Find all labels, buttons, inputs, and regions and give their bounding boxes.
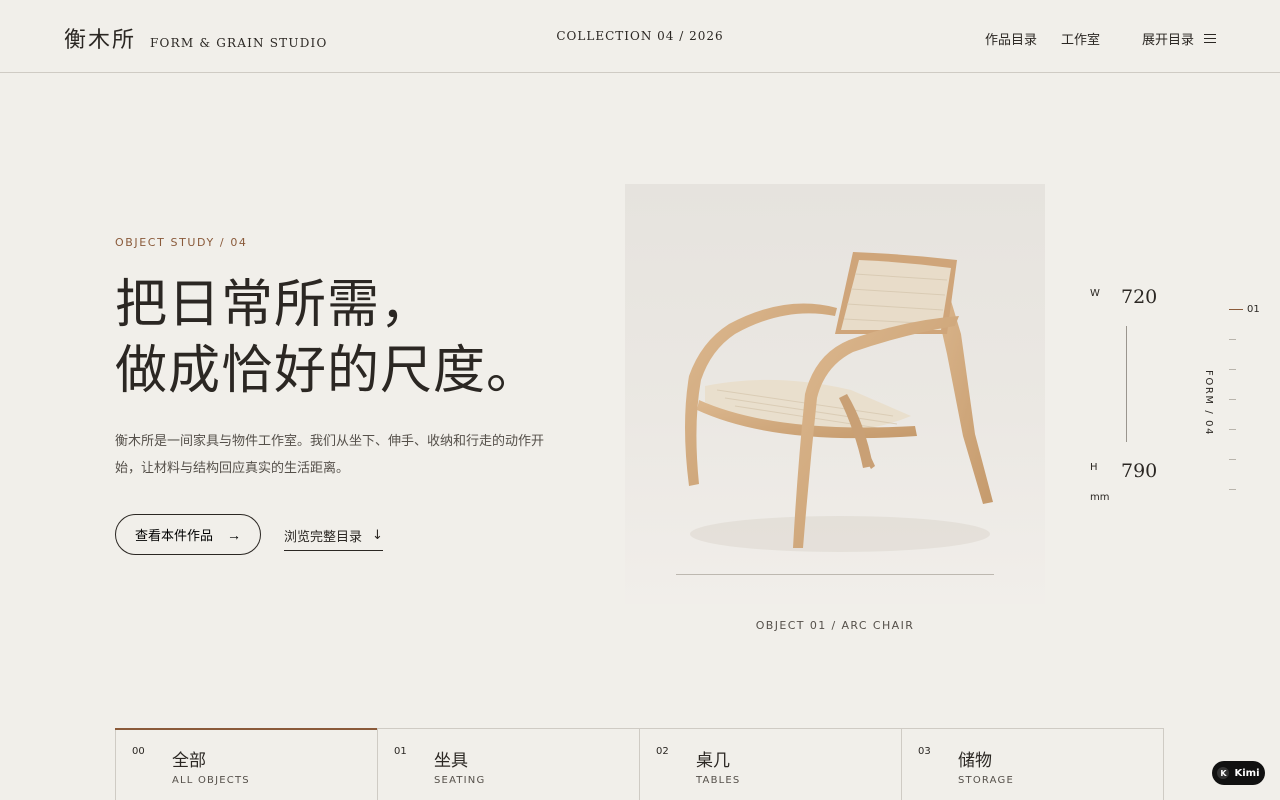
photo-caption: OBJECT 01 / ARC CHAIR [755, 619, 915, 632]
tab-label-en: TABLES [696, 775, 741, 786]
height-label: H [1090, 462, 1098, 473]
unit-label: mm [1090, 492, 1110, 503]
main-nav: 作品目录 工作室 展开目录 [985, 29, 1216, 48]
kimi-badge[interactable]: K Kimi [1212, 761, 1265, 785]
nav-link-catalog[interactable]: 作品目录 [985, 29, 1037, 48]
view-object-label: 查看本件作品 [134, 528, 213, 543]
tab-number: 02 [656, 746, 669, 757]
kimi-logo-icon: K [1217, 767, 1230, 779]
expand-menu-label: 展开目录 [1141, 33, 1194, 48]
tab-tables[interactable]: 02 桌几 TABLES [639, 729, 901, 800]
tab-number: 03 [918, 746, 931, 757]
tab-number: 01 [394, 746, 407, 757]
expand-menu-button[interactable]: 展开目录 [1142, 29, 1216, 48]
chair-photo [625, 184, 1045, 604]
tab-label-en: STORAGE [958, 775, 1015, 786]
hero-headline-line1: 把日常所需， [115, 275, 434, 335]
photo-baseline [676, 574, 994, 575]
rail-tick[interactable] [1229, 339, 1236, 340]
hero-headline-line2: 做成恰好的尺度。 [115, 341, 540, 401]
tab-all-objects[interactable]: 00 全部 ALL OBJECTS [115, 728, 377, 800]
hamburger-icon [1204, 33, 1216, 44]
hero-description: 衡木所是一间家具与物件工作室。我们从坐下、伸手、收纳和行走的动作开始，让材料与结… [115, 434, 545, 476]
kimi-badge-label: Kimi [1234, 767, 1260, 779]
tab-label-en: SEATING [434, 775, 486, 786]
rail-tick[interactable] [1229, 369, 1236, 370]
rail-tick[interactable] [1229, 489, 1236, 490]
height-value: 790 [1121, 460, 1158, 482]
tab-storage[interactable]: 03 储物 STORAGE [901, 729, 1164, 800]
tab-label-cn: 全部 [172, 751, 206, 771]
rail-tick[interactable] [1229, 429, 1236, 430]
rail-tick[interactable] [1229, 459, 1236, 460]
rail-current-index: 01 [1247, 304, 1260, 315]
arc-chair-illustration [685, 252, 993, 552]
width-label: W [1090, 288, 1100, 299]
browse-catalog-link[interactable]: 浏览完整目录 ↓ [284, 526, 383, 551]
view-object-button[interactable]: 查看本件作品 → [115, 514, 261, 555]
rail-tick[interactable] [1229, 399, 1236, 400]
rail-vertical-label: FORM / 04 [1203, 370, 1214, 437]
arrow-right-icon: → [227, 526, 241, 543]
nav-link-studio[interactable]: 工作室 [1061, 29, 1100, 48]
category-tabs: 00 全部 ALL OBJECTS 01 坐具 SEATING 02 桌几 TA… [115, 728, 1164, 800]
dimension-line [1126, 326, 1127, 442]
tab-label-cn: 坐具 [434, 751, 468, 771]
tab-number: 00 [132, 746, 145, 757]
arrow-down-icon: ↓ [372, 528, 383, 543]
tab-label-cn: 桌几 [696, 751, 730, 771]
browse-catalog-label: 浏览完整目录 [284, 530, 363, 545]
site-header: 衡木所 FORM & GRAIN STUDIO COLLECTION 04 / … [0, 0, 1280, 73]
hero-eyebrow: OBJECT STUDY / 04 [115, 236, 248, 249]
tab-seating[interactable]: 01 坐具 SEATING [377, 729, 639, 800]
tab-label-cn: 储物 [958, 751, 992, 771]
tab-label-en: ALL OBJECTS [172, 775, 250, 786]
width-value: 720 [1121, 286, 1158, 308]
rail-tick-active[interactable] [1229, 309, 1243, 310]
hero-headline: 把日常所需， 做成恰好的尺度。 [115, 272, 539, 404]
